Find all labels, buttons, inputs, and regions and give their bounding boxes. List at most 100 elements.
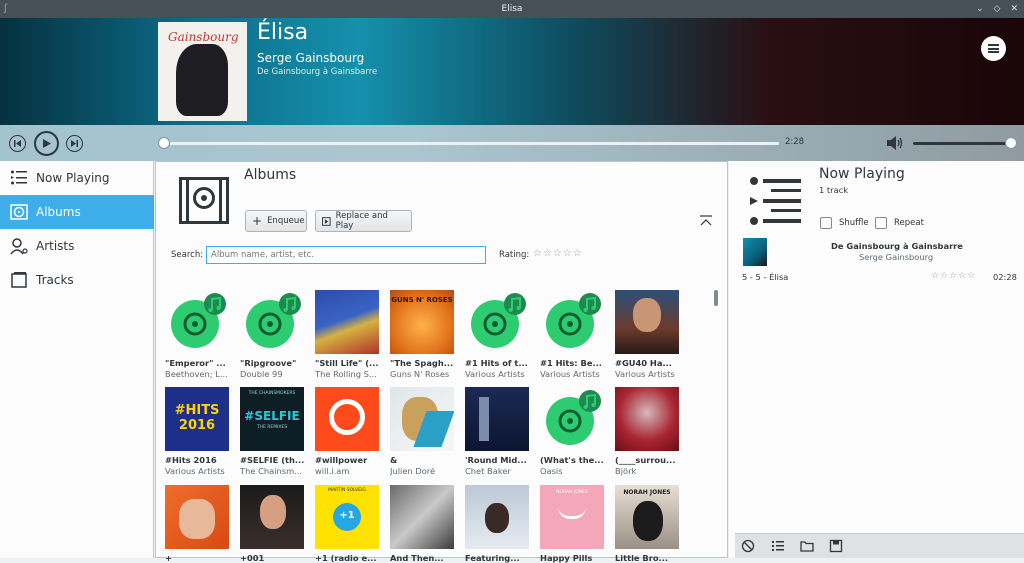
album-cover — [315, 387, 379, 451]
scrollbar-handle[interactable] — [714, 290, 718, 306]
album-title: Little Bro... — [615, 553, 668, 563]
album-artist: Various Artists — [540, 369, 600, 379]
playlist-track-duration: 02:28 — [993, 272, 1017, 282]
sidebar-item-artists[interactable]: Artists — [0, 229, 154, 263]
plus-icon: + — [252, 214, 263, 228]
repeat-label: Repeat — [894, 218, 924, 228]
album-title: "Ripgroove" — [240, 358, 297, 368]
playlist-track-title[interactable]: 5 - 5 - Élisa — [742, 272, 788, 282]
cover-handwriting: Gainsbourg — [168, 30, 239, 44]
album-artist: Guns N' Roses — [390, 369, 450, 379]
album-artist: Oasis — [540, 466, 563, 476]
album-artist: Various Artists — [165, 466, 225, 476]
play-button[interactable] — [34, 131, 59, 156]
album-placeholder-icon — [240, 290, 304, 354]
album-title: And Then... — [390, 553, 444, 563]
playlist-track-artist: Serge Gainsbourg — [859, 252, 934, 262]
play-icon — [43, 139, 51, 148]
sidebar-item-label: Now Playing — [36, 171, 110, 185]
album-artist: Björk — [615, 466, 637, 476]
album-title: (____surrou... — [615, 455, 676, 465]
app-menu-icon[interactable]: ʃ — [4, 0, 7, 18]
enqueue-button[interactable]: + Enqueue — [245, 210, 307, 232]
maximize-icon[interactable]: ◇ — [994, 0, 1001, 18]
album-cover: NORAH JONES — [540, 485, 604, 549]
repeat-checkbox[interactable] — [875, 217, 887, 229]
replace-and-play-button[interactable]: Replace and Play — [315, 210, 412, 232]
sidebar-item-tracks[interactable]: Tracks — [0, 263, 154, 297]
navigation-sidebar: Now Playing Albums Artists Tracks — [0, 161, 154, 558]
volume-slider[interactable] — [913, 142, 1011, 145]
seek-slider-handle[interactable] — [158, 137, 170, 149]
collapse-icon[interactable] — [699, 214, 713, 228]
shuffle-checkbox[interactable] — [820, 217, 832, 229]
search-label: Search: — [171, 250, 204, 260]
skip-back-icon — [14, 140, 21, 147]
next-track-button[interactable] — [66, 135, 83, 152]
load-playlist-icon[interactable] — [800, 539, 814, 553]
playlist-track-rating[interactable]: ☆☆☆☆☆ — [931, 271, 976, 281]
album-title: #1 Hits: Be... — [540, 358, 602, 368]
playlist-icon — [750, 177, 801, 225]
album-artist: The Chainsm... — [240, 466, 303, 476]
album-cover: NORAH JONES — [615, 485, 679, 549]
rating-filter-label: Rating: — [499, 250, 530, 260]
sidebar-item-label: Albums — [36, 205, 81, 219]
album-artist: Various Artists — [465, 369, 525, 379]
album-artist: Various Artists — [615, 369, 675, 379]
sidebar-item-label: Artists — [36, 239, 75, 253]
clear-playlist-icon[interactable] — [741, 539, 755, 553]
volume-icon[interactable] — [886, 135, 904, 151]
seek-slider[interactable] — [164, 142, 779, 145]
album-placeholder-icon — [540, 290, 604, 354]
save-playlist-icon[interactable] — [829, 539, 843, 553]
show-current-track-icon[interactable] — [771, 539, 785, 553]
album-placeholder-icon — [465, 290, 529, 354]
playlist-track-count: 1 track — [819, 185, 849, 195]
window-title: Elisa — [501, 4, 523, 14]
close-icon[interactable]: ✕ — [1010, 0, 1018, 18]
album-title: "Still Life" (... — [315, 358, 379, 368]
volume-slider-handle[interactable] — [1005, 137, 1017, 149]
album-placeholder-icon — [165, 290, 229, 354]
search-input[interactable] — [206, 246, 486, 264]
playlist-track-album: De Gainsbourg à Gainsbarre — [831, 241, 963, 251]
transport-bar: 2:28 — [0, 125, 1024, 161]
album-title: #willpower — [315, 455, 368, 465]
album-title: "Emperor" ... — [165, 358, 226, 368]
album-artist: Chet Baker — [465, 466, 511, 476]
skip-forward-icon — [71, 140, 78, 147]
replace-and-play-label: Replace and Play — [335, 211, 388, 231]
album-title: & — [390, 455, 398, 465]
album-cover — [465, 485, 529, 549]
rating-filter-stars[interactable]: ☆☆☆☆☆ — [533, 248, 583, 259]
album-title: #1 Hits of t... — [465, 358, 528, 368]
album-cover — [315, 290, 379, 354]
previous-track-button[interactable] — [9, 135, 26, 152]
sidebar-item-label: Tracks — [36, 273, 74, 287]
album-title: "The Spagh... — [390, 358, 454, 368]
album-title: #GU40 Ha... — [615, 358, 672, 368]
artist-icon — [10, 238, 28, 255]
album-cover — [465, 387, 529, 451]
sidebar-item-albums[interactable]: Albums — [0, 195, 154, 229]
album-cover: THE CHAINSMOKERS #SELFIE THE REMIXES — [240, 387, 304, 451]
album-title: 'Round Mid... — [465, 455, 527, 465]
album-title: Happy Pills — [540, 553, 593, 563]
playlist-panel: Now Playing 1 track Shuffle Repeat De Ga… — [729, 161, 1024, 558]
album-artist: Double 99 — [240, 369, 283, 379]
minimize-icon[interactable]: ⌄ — [976, 0, 984, 18]
album-cover: GUNS N' ROSES — [390, 290, 454, 354]
now-playing-header: Gainsbourg Élisa Serge Gainsbourg De Gai… — [0, 18, 1024, 125]
albums-view-icon — [179, 177, 229, 224]
album-placeholder-icon — [540, 387, 604, 451]
enqueue-label: Enqueue — [267, 216, 305, 226]
playlist-icon — [11, 170, 27, 185]
album-title: + — [165, 553, 172, 563]
shuffle-label: Shuffle — [839, 218, 869, 228]
view-title: Albums — [244, 167, 297, 183]
application-menu-button[interactable] — [981, 36, 1006, 61]
sidebar-item-now-playing[interactable]: Now Playing — [0, 161, 154, 195]
play-icon — [322, 216, 331, 226]
album-cover — [615, 387, 679, 451]
